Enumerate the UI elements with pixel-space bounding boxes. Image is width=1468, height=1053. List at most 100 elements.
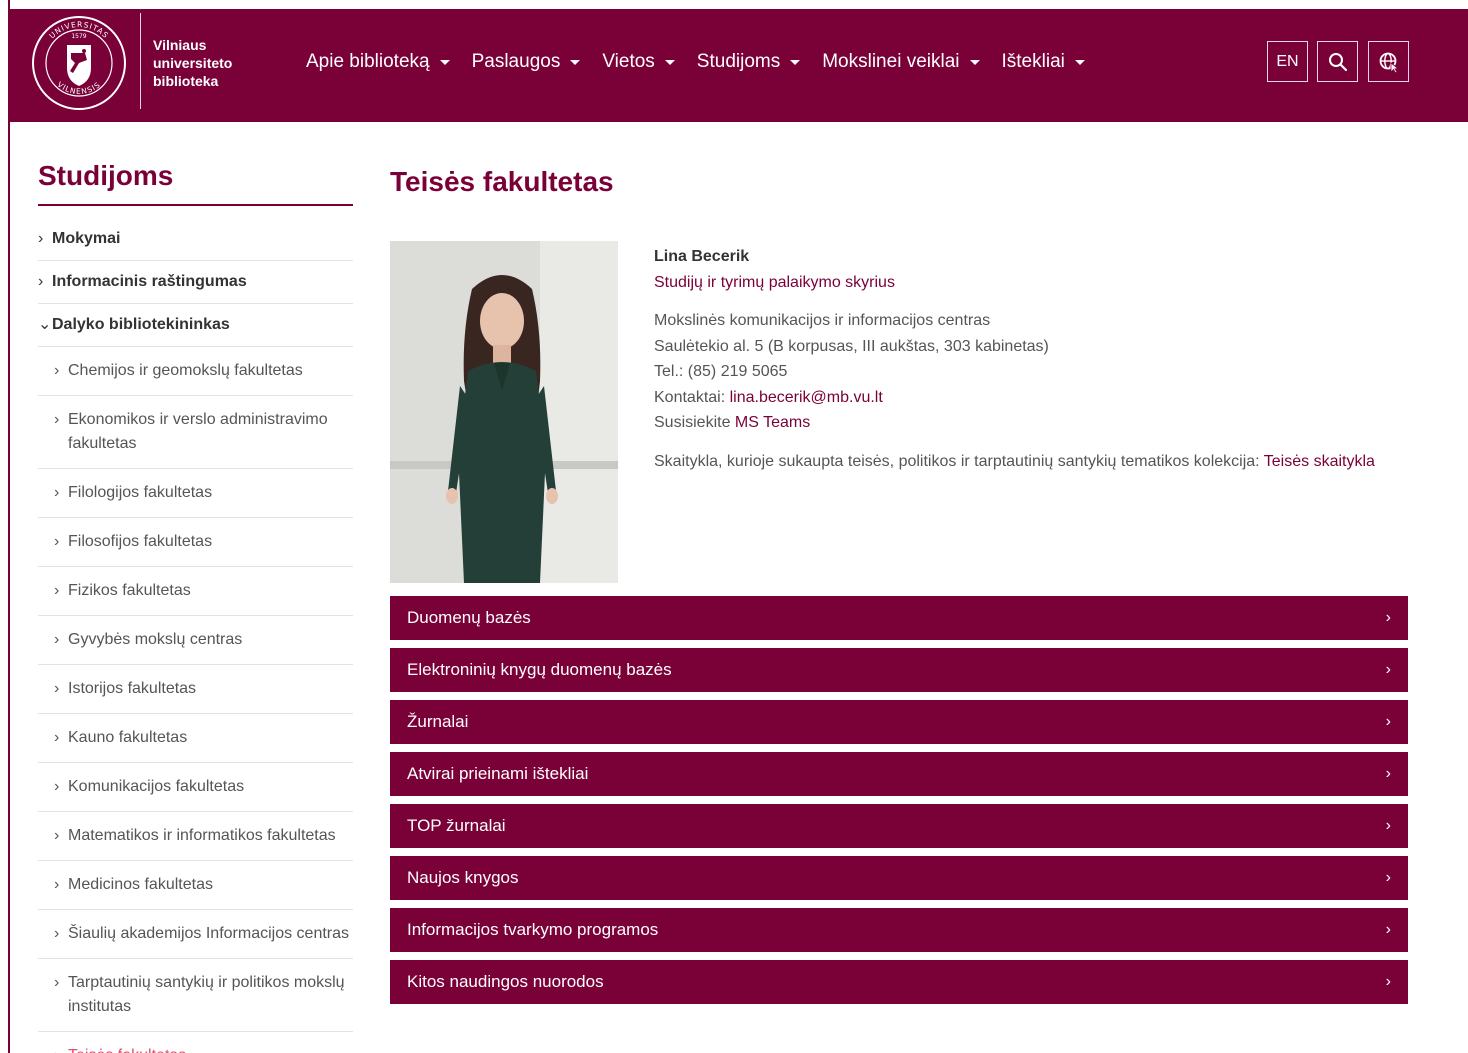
nav-item-vietos[interactable]: Vietos [602, 47, 675, 77]
accordion-label: Elektroninių knygų duomenų bazės [407, 660, 672, 679]
sidebar-subitem-teises-active[interactable]: ›Teisės fakultetas [38, 1032, 353, 1053]
sidebar-item-label: Šiaulių akademijos Informacijos centras [68, 925, 350, 942]
logo-wordmark[interactable]: Vilniaus universiteto biblioteka [153, 36, 232, 90]
sidebar-subitem-filosofijos[interactable]: › Filosofijos fakultetas [38, 518, 353, 567]
contact-card: Lina Becerik Studijų ir tyrimų palaikymo… [654, 244, 1414, 474]
sidebar-subitem-matematikos[interactable]: › Matematikos ir informatikos fakultetas [38, 812, 353, 861]
chevron-right-icon: › [1385, 817, 1391, 834]
sidebar-subitem-komunikacijos[interactable]: › Komunikacijos fakultetas [38, 763, 353, 812]
sidebar-subitem-gyvybes[interactable]: › Gyvybės mokslų centras [38, 616, 353, 665]
sidebar-menu: › Mokymai › Informacinis raštingumas ⌄ Daly… [38, 218, 353, 1053]
sidebar-item-label: Teisės fakultetas [68, 1044, 186, 1053]
nav-item-label: Ištekliai [1001, 51, 1065, 72]
accordion-atvirai-prieinami[interactable]: Atvirai prieinami ištekliai › [390, 752, 1408, 796]
caret-down-icon [664, 59, 675, 65]
sidebar-item-label: Mokymai [52, 230, 121, 247]
sidebar-subitem-ekonomikos[interactable]: › Ekonomikos ir verslo administravimo fak… [38, 396, 353, 469]
language-button[interactable]: EN [1267, 41, 1308, 82]
reading-room-text: Skaitykla, kurioje sukaupta teisės, poli… [654, 452, 1264, 470]
reading-room-line: Skaitykla, kurioje sukaupta teisės, poli… [654, 449, 1414, 475]
accordion-label: Informacijos tvarkymo programos [407, 920, 659, 939]
portrait-image [390, 241, 618, 583]
nav-item-apie-biblioteka[interactable]: Apie biblioteką [306, 47, 450, 77]
teams-prefix: Susisiekite [654, 414, 735, 431]
logo-divider [140, 13, 141, 109]
reading-room-link[interactable]: Teisės skaitykla [1264, 453, 1375, 470]
accordion-elektroniniu-knygu[interactable]: Elektroninių knygų duomenų bazės › [390, 648, 1408, 692]
sidebar-item-label: Ekonomikos ir verslo administravimo faku… [68, 411, 328, 452]
chevron-right-icon: › [54, 974, 60, 991]
sidebar-item-label: Filosofijos fakultetas [68, 533, 213, 550]
globe-icon [1379, 52, 1399, 73]
accordion-label: TOP žurnalai [407, 816, 506, 835]
sidebar-item-label: Chemijos ir geomokslų fakultetas [68, 362, 303, 379]
sidebar-item-mokymai[interactable]: › Mokymai [38, 218, 353, 261]
logo-line: universiteto [153, 55, 233, 71]
librarian-name: Lina Becerik [654, 248, 750, 265]
sidebar-item-label: Medicinos fakultetas [68, 876, 213, 893]
email-link[interactable]: lina.becerik@mb.vu.lt [730, 389, 883, 406]
nav-item-studijoms[interactable]: Studijoms [696, 47, 801, 77]
sidebar-item-label: Informacinis raštingumas [52, 273, 247, 290]
sidebar-subitem-istorijos[interactable]: › Istorijos fakultetas [38, 665, 353, 714]
university-seal-logo[interactable]: UNIVERSITAS VILNENSIS 1579 [29, 13, 129, 113]
accordion-naujos-knygos[interactable]: Naujos knygos › [390, 856, 1408, 900]
chevron-right-icon: › [38, 273, 44, 290]
contacts-line: Kontaktai: lina.becerik@mb.vu.lt [654, 385, 1414, 411]
sidebar-item-dalyko-bibliotekininkas[interactable]: ⌄ Dalyko bibliotekininkas [38, 304, 353, 347]
department-link[interactable]: Studijų ir tyrimų palaikymo skyrius [654, 274, 895, 291]
sidebar-subitem-tarptautiniu[interactable]: › Tarptautinių santykių ir politikos moks… [38, 959, 353, 1032]
accordion-label: Atvirai prieinami ištekliai [407, 764, 589, 783]
seal-year: 1579 [71, 33, 86, 40]
sidebar-subitem-fizikos[interactable]: › Fizikos fakultetas [38, 567, 353, 616]
sidebar-divider [38, 204, 353, 206]
accessibility-globe-button[interactable] [1368, 41, 1409, 82]
sidebar-subitem-kauno[interactable]: › Kauno fakultetas [38, 714, 353, 763]
nav-item-label: Paslaugos [471, 51, 561, 72]
accordion-label: Naujos knygos [407, 868, 519, 887]
sidebar-item-label: Komunikacijos fakultetas [68, 778, 245, 795]
chevron-right-icon: › [54, 631, 60, 648]
chevron-right-icon: › [1385, 921, 1391, 938]
accordion-kitos-nuorodos[interactable]: Kitos naudingos nuorodos › [390, 960, 1408, 1004]
caret-down-icon [969, 59, 980, 65]
logo-line: Vilniaus [153, 37, 207, 53]
chevron-right-icon: › [1385, 661, 1391, 678]
accordion-top-zurnalai[interactable]: TOP žurnalai › [390, 804, 1408, 848]
accordion-zurnalai[interactable]: Žurnalai › [390, 700, 1408, 744]
chevron-right-icon: › [1385, 765, 1391, 782]
nav-item-paslaugos[interactable]: Paslaugos [472, 47, 581, 77]
sidebar-subitem-chemijos[interactable]: › Chemijos ir geomokslų fakultetas [38, 347, 353, 396]
sidebar-title: Studijoms [38, 160, 174, 191]
sidebar-subitem-medicinos[interactable]: › Medicinos fakultetas [38, 861, 353, 910]
sidebar-subitem-filologijos[interactable]: › Filologijos fakultetas [38, 469, 353, 518]
search-button[interactable] [1317, 41, 1358, 82]
chevron-right-icon: › [54, 729, 60, 746]
center-name: Mokslinės komunikacijos ir informacijos … [654, 312, 991, 329]
ms-teams-link[interactable]: MS Teams [735, 414, 810, 431]
caret-down-icon [570, 59, 581, 65]
sidebar-subitem-siauliu[interactable]: › Šiaulių akademijos Informacijos centras [38, 910, 353, 959]
nav-item-label: Studijoms [696, 51, 781, 72]
chevron-right-icon: › [54, 925, 60, 942]
nav-item-istekliai[interactable]: Ištekliai [1002, 47, 1085, 77]
sidebar-item-label: Gyvybės mokslų centras [68, 631, 243, 648]
address-text: Saulėtekio al. 5 (B korpusas, III aukšta… [654, 337, 1049, 355]
chevron-right-icon: › [54, 484, 60, 501]
contacts-label: Kontaktai: [654, 388, 730, 406]
accordion-informacijos-tvarkymo[interactable]: Informacijos tvarkymo programos › [390, 908, 1408, 952]
sidebar-item-label: Istorijos fakultetas [68, 680, 197, 697]
chevron-down-icon: ⌄ [38, 316, 52, 333]
sidebar-item-informacinis-rastingumas[interactable]: › Informacinis raštingumas [38, 261, 353, 304]
accordion-duomenu-bazes[interactable]: Duomenų bazės › [390, 596, 1408, 640]
teams-line: Susisiekite MS Teams [654, 410, 1414, 436]
chevron-right-icon: › [1385, 973, 1391, 990]
chevron-right-icon: › [54, 1044, 68, 1053]
chevron-right-icon: › [1385, 869, 1391, 886]
accordion-label: Duomenų bazės [407, 608, 531, 627]
sidebar-item-label: Kauno fakultetas [68, 729, 188, 746]
accordion-label: Kitos naudingos nuorodos [407, 972, 604, 991]
sidebar-item-label: Fizikos fakultetas [68, 582, 191, 599]
nav-item-mokslinei-veiklai[interactable]: Mokslinei veiklai [822, 47, 980, 77]
nav-item-label: Apie biblioteką [306, 51, 430, 72]
